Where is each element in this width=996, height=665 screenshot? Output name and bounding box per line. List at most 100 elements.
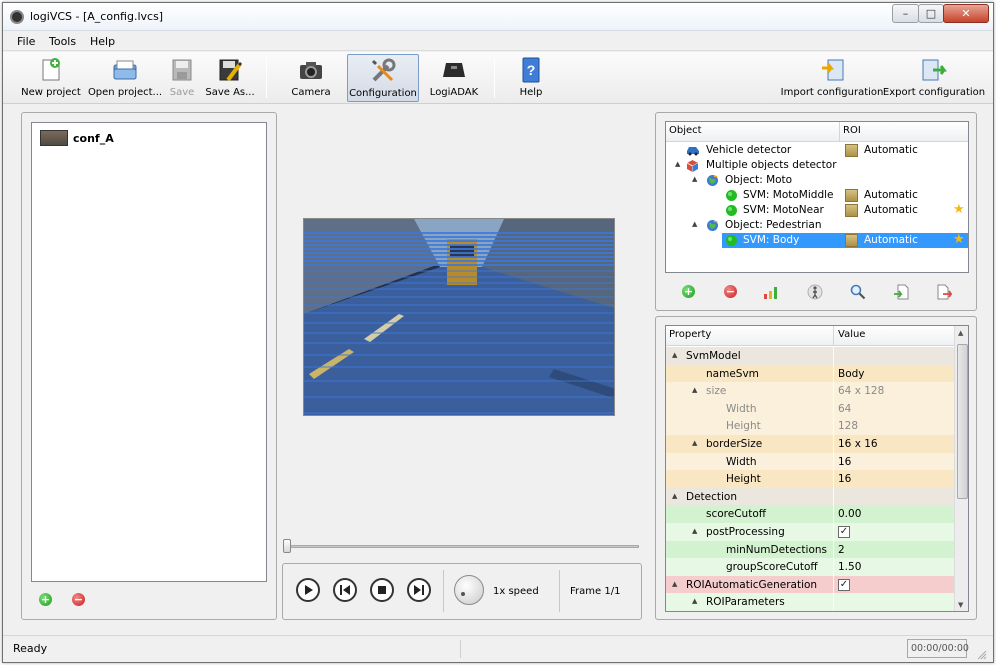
property-column-header[interactable]: Property: [669, 329, 711, 340]
export-icon: [921, 57, 947, 83]
value-column-header[interactable]: Value: [838, 329, 865, 340]
expand-arrow-icon[interactable]: ▲: [672, 492, 677, 500]
property-checkbox[interactable]: ✓: [838, 526, 850, 538]
project-item-conf-a[interactable]: conf_A: [40, 130, 140, 148]
menu-file[interactable]: File: [17, 35, 35, 48]
property-row[interactable]: Height 16: [666, 470, 954, 489]
roi-box-icon: [845, 144, 858, 157]
property-row[interactable]: ▲ Detection: [666, 487, 954, 506]
property-value[interactable]: 64 x 128: [838, 385, 884, 397]
roi-box-icon: [845, 189, 858, 202]
add-detector-button[interactable]: +: [682, 285, 695, 298]
property-value[interactable]: 16: [838, 473, 851, 485]
configuration-button[interactable]: Configuration: [347, 54, 419, 102]
column-divider: [833, 364, 834, 383]
property-row[interactable]: ▲ postProcessing ✓: [666, 523, 954, 541]
property-row[interactable]: ▲ size 64 x 128: [666, 382, 954, 401]
save-as-button[interactable]: Save As...: [203, 54, 257, 102]
import-configuration-button[interactable]: Import configuration: [781, 54, 883, 102]
logiadak-label: LogiADAK: [429, 87, 479, 98]
property-row[interactable]: ▲ borderSize 16 x 16: [666, 435, 954, 453]
camera-button[interactable]: Camera: [288, 54, 334, 102]
tree-row[interactable]: SVM: MotoNear Automatic ★: [666, 202, 968, 218]
property-checkbox[interactable]: ✓: [838, 578, 850, 591]
expand-arrow-icon[interactable]: ▲: [692, 386, 697, 394]
property-row[interactable]: Width 16: [666, 452, 954, 471]
expand-arrow-icon[interactable]: ▲: [692, 527, 697, 535]
property-row[interactable]: ▲ ROIAutomaticGeneration ✓: [666, 575, 954, 594]
property-row[interactable]: ▲ SvmModel: [666, 347, 954, 365]
slider-handle[interactable]: [283, 539, 291, 553]
property-value[interactable]: 2: [838, 544, 845, 556]
frame-slider[interactable]: [283, 539, 641, 553]
close-button[interactable]: ✕: [943, 4, 989, 23]
property-row[interactable]: nameSvm Body: [666, 364, 954, 383]
property-value[interactable]: 1.50: [838, 561, 861, 573]
speed-dial-marker: [461, 592, 465, 596]
resize-grip-icon[interactable]: [977, 650, 987, 660]
scroll-down-icon[interactable]: ▼: [958, 601, 963, 609]
property-scrollbar[interactable]: ▲ ▼: [954, 326, 968, 611]
column-divider: [833, 347, 834, 365]
property-value[interactable]: 128: [838, 420, 858, 432]
expand-arrow-icon[interactable]: ▲: [672, 351, 677, 359]
tree-row[interactable]: Vehicle detector Automatic: [666, 143, 968, 158]
menu-tools[interactable]: Tools: [49, 35, 76, 48]
tree-row[interactable]: SVM: MotoMiddle Automatic: [666, 188, 968, 203]
expand-arrow-icon[interactable]: ▲: [675, 160, 680, 168]
expand-arrow-icon[interactable]: ▲: [692, 220, 697, 228]
play-button[interactable]: [296, 578, 320, 602]
tree-row[interactable]: ▲ Object: Moto: [666, 173, 968, 188]
next-frame-button[interactable]: [407, 578, 431, 602]
speed-dial[interactable]: [454, 575, 484, 605]
save-button[interactable]: Save: [167, 54, 197, 102]
property-row[interactable]: Height 128: [666, 417, 954, 436]
tree-row[interactable]: ▲ Object: Pedestrian: [666, 218, 968, 233]
logiadak-button[interactable]: LogiADAK: [429, 54, 479, 102]
property-value[interactable]: 0.00: [838, 508, 861, 520]
open-project-button[interactable]: Open project...: [88, 54, 162, 102]
status-divider: [460, 640, 461, 658]
stop-button[interactable]: [370, 578, 394, 602]
minimize-button[interactable]: –: [892, 4, 919, 23]
import-detector-button[interactable]: [893, 284, 909, 300]
tree-row[interactable]: ▲ Multiple objects detector: [666, 158, 968, 173]
roi-column-header[interactable]: ROI: [843, 125, 861, 136]
remove-project-button[interactable]: −: [72, 593, 85, 606]
export-configuration-button[interactable]: Export configuration: [883, 54, 985, 102]
expand-arrow-icon[interactable]: ▲: [692, 439, 697, 447]
new-project-button[interactable]: New project: [21, 54, 81, 102]
previous-frame-button[interactable]: [333, 578, 357, 602]
property-row[interactable]: minNumDetections 2: [666, 540, 954, 559]
remove-detector-button[interactable]: −: [724, 285, 737, 298]
globe-icon: [706, 219, 719, 232]
property-row[interactable]: Width 64: [666, 399, 954, 418]
pedestrian-button[interactable]: [807, 284, 823, 300]
tree-row-label: Object: Pedestrian: [725, 219, 822, 231]
property-value[interactable]: 16 x 16: [838, 438, 878, 450]
new-document-icon: [38, 57, 64, 83]
camera-preview[interactable]: [303, 218, 615, 416]
property-row[interactable]: groupScoreCutoff 1.50: [666, 558, 954, 577]
expand-arrow-icon[interactable]: ▲: [692, 597, 697, 605]
signal-bars-button[interactable]: [763, 285, 779, 299]
expand-arrow-icon[interactable]: ▲: [692, 175, 697, 183]
scrollbar-thumb[interactable]: [957, 344, 968, 499]
property-value[interactable]: 16: [838, 456, 851, 468]
property-value[interactable]: 64: [838, 403, 851, 415]
scroll-up-icon[interactable]: ▲: [958, 329, 963, 337]
maximize-button[interactable]: □: [918, 4, 944, 23]
search-button[interactable]: [850, 284, 866, 300]
property-grid-header: Property Value: [666, 326, 954, 346]
tree-row[interactable]: SVM: Body Automatic ★: [666, 232, 968, 248]
property-value[interactable]: Body: [838, 368, 865, 380]
add-project-button[interactable]: +: [39, 593, 52, 606]
export-detector-button[interactable]: [936, 284, 953, 300]
property-row[interactable]: ▲ ROIParameters: [666, 593, 954, 611]
property-row[interactable]: scoreCutoff 0.00: [666, 505, 954, 524]
object-column-header[interactable]: Object: [669, 125, 702, 136]
menu-help[interactable]: Help: [90, 35, 115, 48]
help-button[interactable]: ? Help: [513, 54, 549, 102]
expand-arrow-icon[interactable]: ▲: [672, 580, 677, 588]
export-configuration-label: Export configuration: [882, 87, 986, 98]
